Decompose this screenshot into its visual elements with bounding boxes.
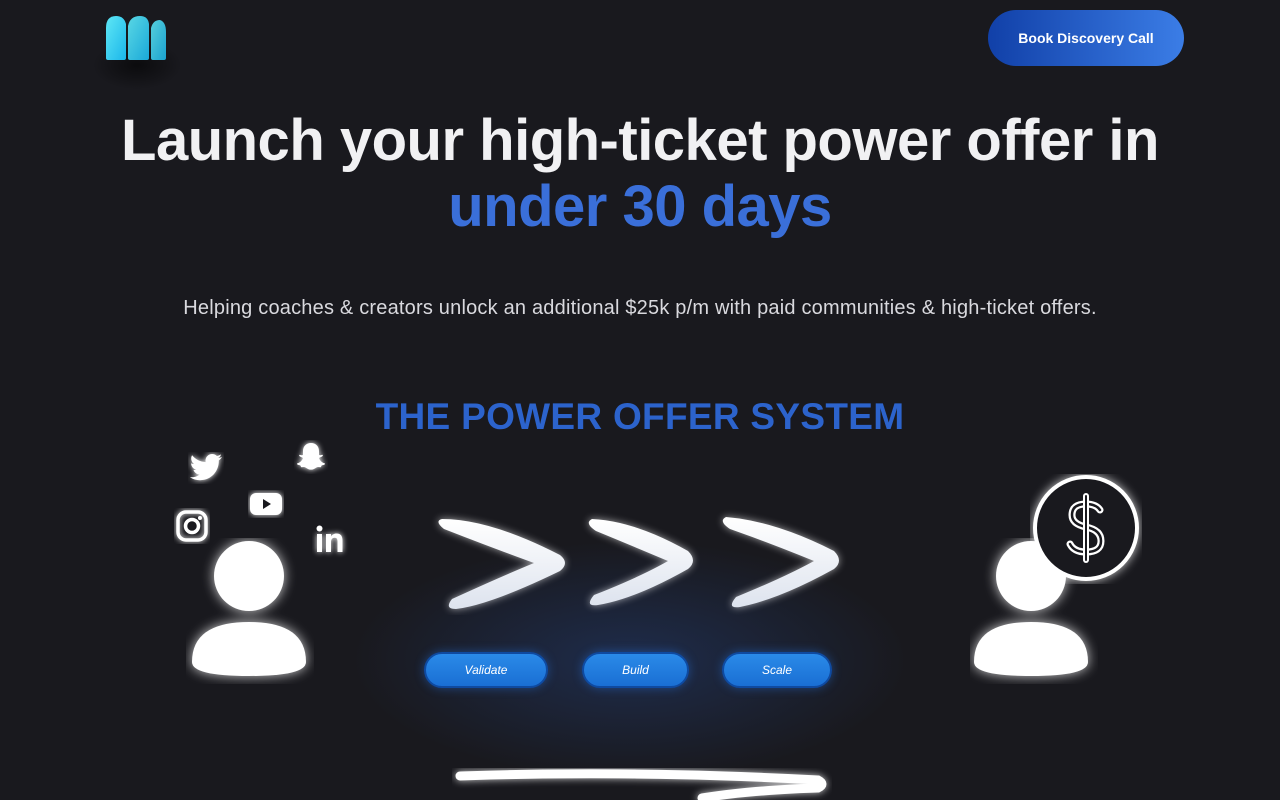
brand-logo[interactable] xyxy=(100,10,170,66)
linkedin-icon xyxy=(312,522,350,558)
chevron-right-icon xyxy=(438,519,565,609)
headline-line-1: Launch your high-ticket power offer in xyxy=(121,108,1159,173)
step-build-button[interactable]: Build xyxy=(582,652,689,688)
system-title: THE POWER OFFER SYSTEM xyxy=(375,396,905,437)
progress-chevrons xyxy=(430,505,850,620)
landing-page: Book Discovery Call Launch your high-tic… xyxy=(0,0,1280,800)
dollar-icon xyxy=(1030,474,1142,589)
chevron-right-icon xyxy=(588,519,693,606)
step-validate-button[interactable]: Validate xyxy=(424,652,548,688)
headline-accent: under 30 days xyxy=(448,174,832,239)
creator-person-icon xyxy=(186,538,314,684)
chevron-right-icon xyxy=(722,517,839,608)
hero-headline: Launch your high-ticket power offer in u… xyxy=(0,108,1280,240)
twitter-icon xyxy=(188,452,224,484)
snapchat-icon xyxy=(294,440,328,474)
step-scale-button[interactable]: Scale xyxy=(722,652,832,688)
decorative-stroke xyxy=(452,768,832,800)
logo-icon xyxy=(106,16,166,60)
youtube-icon xyxy=(248,490,284,518)
book-discovery-call-button[interactable]: Book Discovery Call xyxy=(988,10,1184,66)
hero-subheadline: Helping coaches & creators unlock an add… xyxy=(183,297,1097,319)
